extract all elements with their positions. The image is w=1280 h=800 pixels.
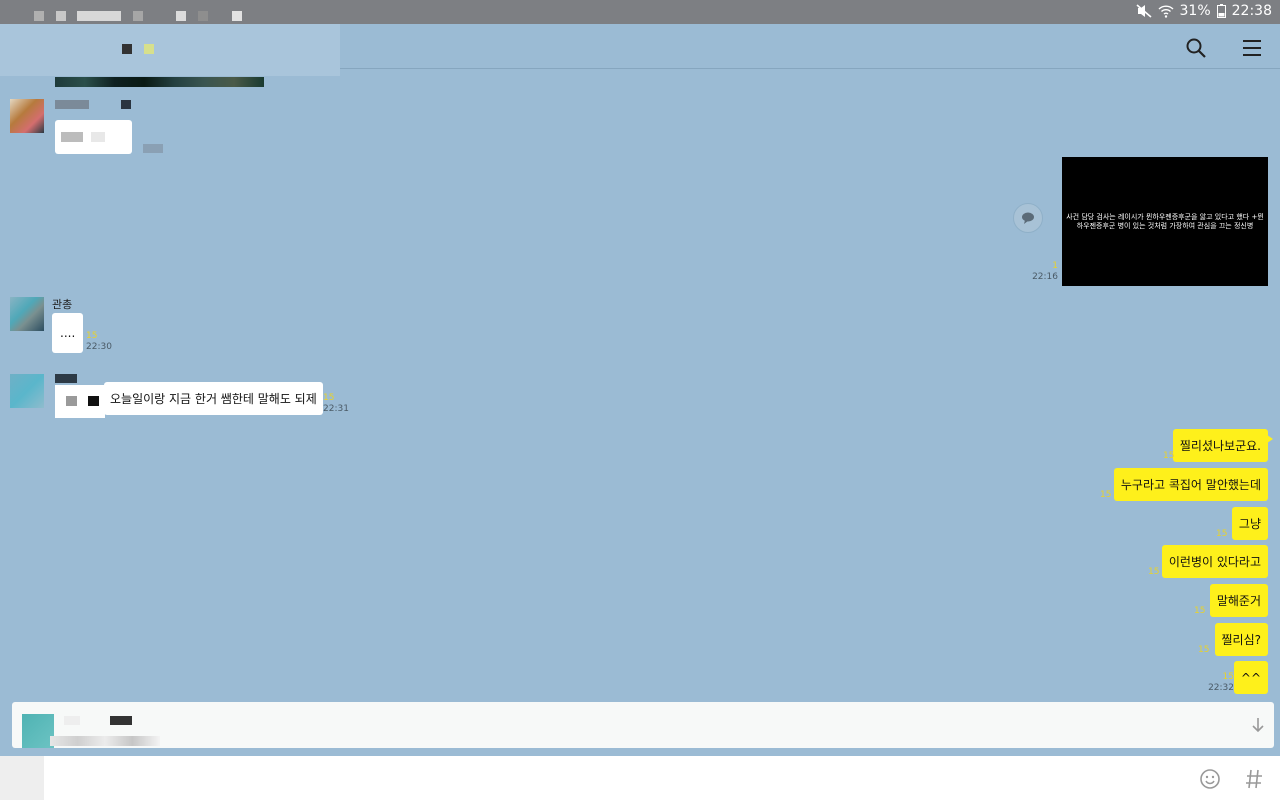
sent-image[interactable]: 사건 담당 검사는 레이시가 뮌하우젠증후군을 앓고 있다고 했다 +뮌하우젠증… xyxy=(1062,157,1268,286)
pixelated-preview-text xyxy=(50,736,160,746)
sent-message-bubble[interactable]: 그냥 xyxy=(1231,507,1268,540)
menu-icon[interactable] xyxy=(1240,36,1264,60)
message-input-bar[interactable] xyxy=(0,756,1280,800)
avatar[interactable] xyxy=(10,297,44,331)
pixelated-name xyxy=(55,100,89,109)
pixelated-block xyxy=(176,11,186,21)
pixelated-block xyxy=(122,44,132,54)
image-caption: 사건 담당 검사는 레이시가 뮌하우젠증후군을 앓고 있다고 했다 +뮌하우젠증… xyxy=(1066,212,1264,230)
pixelated-banner xyxy=(55,77,264,87)
message-text: 찔리셨나보군요. xyxy=(1179,439,1261,453)
unread-count: 15 xyxy=(1194,606,1206,616)
pixelated-block xyxy=(77,11,121,21)
battery-icon xyxy=(1216,4,1226,18)
new-message-preview[interactable] xyxy=(12,702,1274,748)
sent-message-bubble[interactable]: 찔리셨나보군요. xyxy=(1172,429,1274,462)
battery-percent: 31% xyxy=(1179,3,1211,19)
unread-count: 1 xyxy=(1052,261,1058,271)
pixelated-block xyxy=(56,11,66,21)
pixelated-block xyxy=(133,11,143,21)
message-text: 그냥 xyxy=(1238,517,1261,531)
unread-count: 15 xyxy=(323,393,335,403)
message-time: 22:32 xyxy=(1208,683,1234,693)
unread-count: 15 xyxy=(1163,451,1175,461)
search-icon[interactable] xyxy=(1184,36,1208,60)
message-time: 22:30 xyxy=(86,342,112,352)
pixelated-name xyxy=(55,374,77,383)
sent-message-bubble[interactable]: 찔리심? xyxy=(1214,623,1268,656)
pixelated-block xyxy=(144,44,154,54)
message-text: 오늘일이랑 지금 한거 쌤한테 말해도 되제 xyxy=(110,392,317,406)
message-bubble-pixelated[interactable] xyxy=(55,120,132,154)
unread-count: 15 xyxy=(86,331,98,341)
message-bubble[interactable]: 오늘일이랑 지금 한거 쌤한테 말해도 되제 xyxy=(104,382,323,415)
share-button[interactable] xyxy=(1013,203,1043,233)
pixelated-meta xyxy=(143,144,163,153)
status-bar: 31% 22:38 xyxy=(0,0,1280,24)
mute-icon xyxy=(1135,4,1152,18)
message-time: 22:16 xyxy=(1032,272,1058,282)
chat-bubble-icon xyxy=(1022,212,1034,224)
unread-count: 15 xyxy=(1222,672,1234,682)
avatar[interactable] xyxy=(10,99,44,133)
message-text: 찔리심? xyxy=(1221,633,1262,647)
message-text: 누구라고 콕집어 말안했는데 xyxy=(1120,478,1261,492)
message-meta: 1 22:16 xyxy=(1020,261,1058,283)
sent-message-bubble[interactable]: 누구라고 콕집어 말안했는데 xyxy=(1113,468,1268,501)
pixelated-bubble xyxy=(55,385,105,418)
avatar[interactable] xyxy=(10,374,44,408)
message-bubble[interactable]: .... xyxy=(52,313,84,353)
pixelated-block xyxy=(198,11,208,21)
pixelated-block xyxy=(34,11,44,21)
pixelated-name xyxy=(64,716,80,725)
pixelated-block xyxy=(232,11,242,21)
message-meta: 15 22:30 xyxy=(86,331,112,353)
message-meta: 15 22:31 xyxy=(323,393,349,415)
pixelated-block xyxy=(121,100,131,109)
message-text: 이런병이 있다라고 xyxy=(1168,555,1261,569)
clock: 22:38 xyxy=(1231,3,1272,19)
sender-name: 관총 xyxy=(52,298,73,311)
pixelated-block xyxy=(110,716,132,725)
hash-icon[interactable] xyxy=(1244,768,1264,790)
message-text: 말해준거 xyxy=(1216,594,1261,608)
sent-message-bubble[interactable]: 말해준거 xyxy=(1209,584,1268,617)
arrow-down-icon[interactable] xyxy=(1250,716,1266,734)
unread-count: 15 xyxy=(1198,645,1210,655)
message-meta: 15 22:32 xyxy=(1206,672,1234,694)
message-list[interactable]: 1 22:16 사건 담당 검사는 레이시가 뮌하우젠증후군을 앓고 있다고 했… xyxy=(0,69,1280,700)
unread-count: 15 xyxy=(1100,490,1112,500)
unread-count: 15 xyxy=(1216,529,1228,539)
attach-button[interactable] xyxy=(0,756,44,800)
message-text: ^^ xyxy=(1240,670,1261,685)
unread-count: 15 xyxy=(1148,567,1160,577)
sent-message-bubble[interactable]: ^^ xyxy=(1233,661,1268,694)
emoji-icon[interactable] xyxy=(1199,768,1221,790)
message-text: .... xyxy=(60,326,76,340)
sent-message-bubble[interactable]: 이런병이 있다라고 xyxy=(1161,545,1268,578)
message-time: 22:31 xyxy=(323,404,349,414)
wifi-icon xyxy=(1158,5,1174,18)
status-indicators: 31% 22:38 xyxy=(1135,3,1272,19)
